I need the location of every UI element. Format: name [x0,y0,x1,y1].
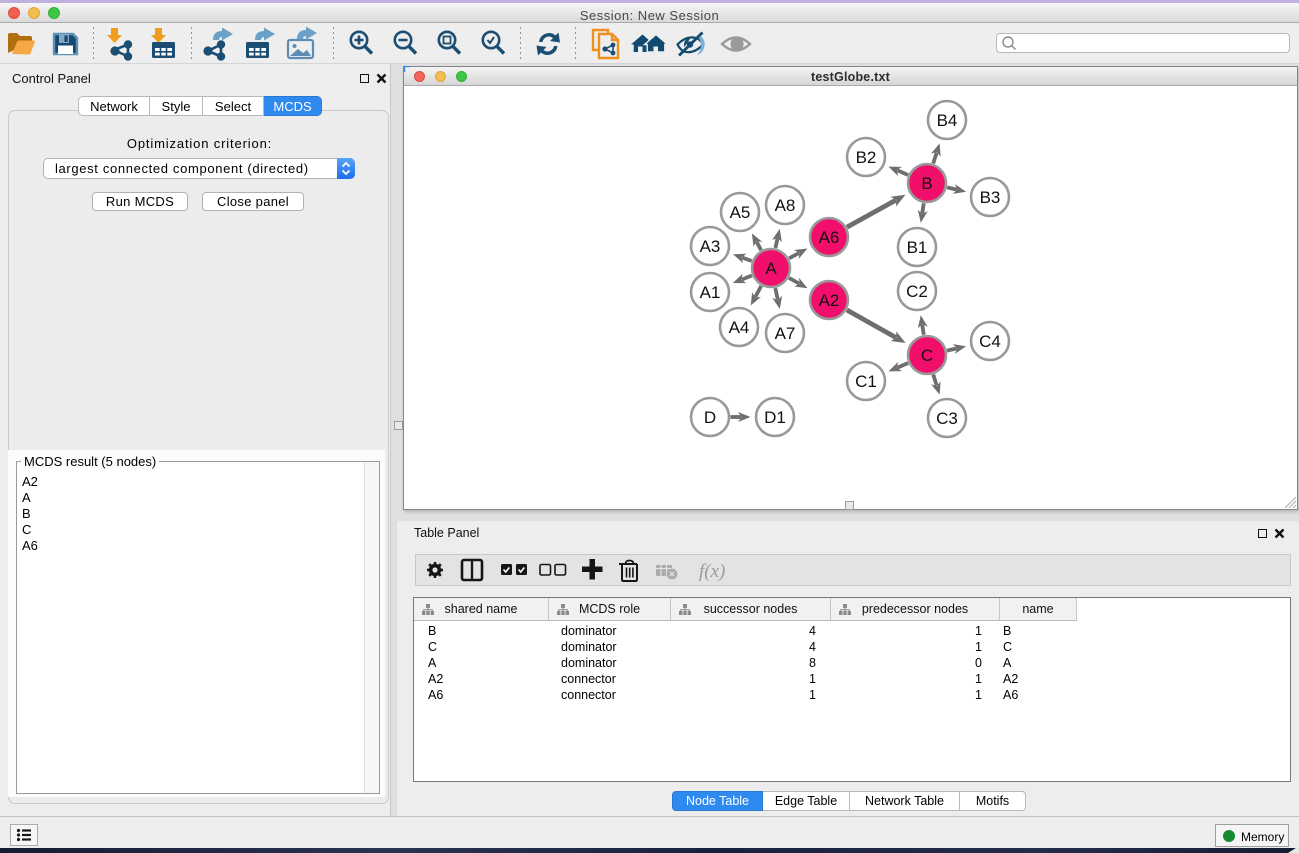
svg-text:A1: A1 [700,283,721,302]
svg-text:B4: B4 [937,111,958,130]
svg-text:A8: A8 [775,196,796,215]
svg-text:C2: C2 [906,282,928,301]
svg-text:A4: A4 [729,318,750,337]
svg-text:A6: A6 [819,228,840,247]
svg-text:B: B [921,174,932,193]
svg-text:f(x): f(x) [699,561,725,582]
svg-text:C3: C3 [936,409,958,428]
svg-text:C4: C4 [979,332,1001,351]
svg-text:A7: A7 [775,324,796,343]
svg-text:A: A [765,259,777,278]
svg-text:B1: B1 [907,238,928,257]
svg-text:B3: B3 [980,188,1001,207]
svg-text:B2: B2 [856,148,877,167]
svg-text:C: C [921,346,933,365]
svg-text:D1: D1 [764,408,786,427]
svg-text:D: D [704,408,716,427]
svg-text:C1: C1 [855,372,877,391]
svg-text:A3: A3 [700,237,721,256]
svg-text:A5: A5 [730,203,751,222]
svg-text:A2: A2 [819,291,840,310]
